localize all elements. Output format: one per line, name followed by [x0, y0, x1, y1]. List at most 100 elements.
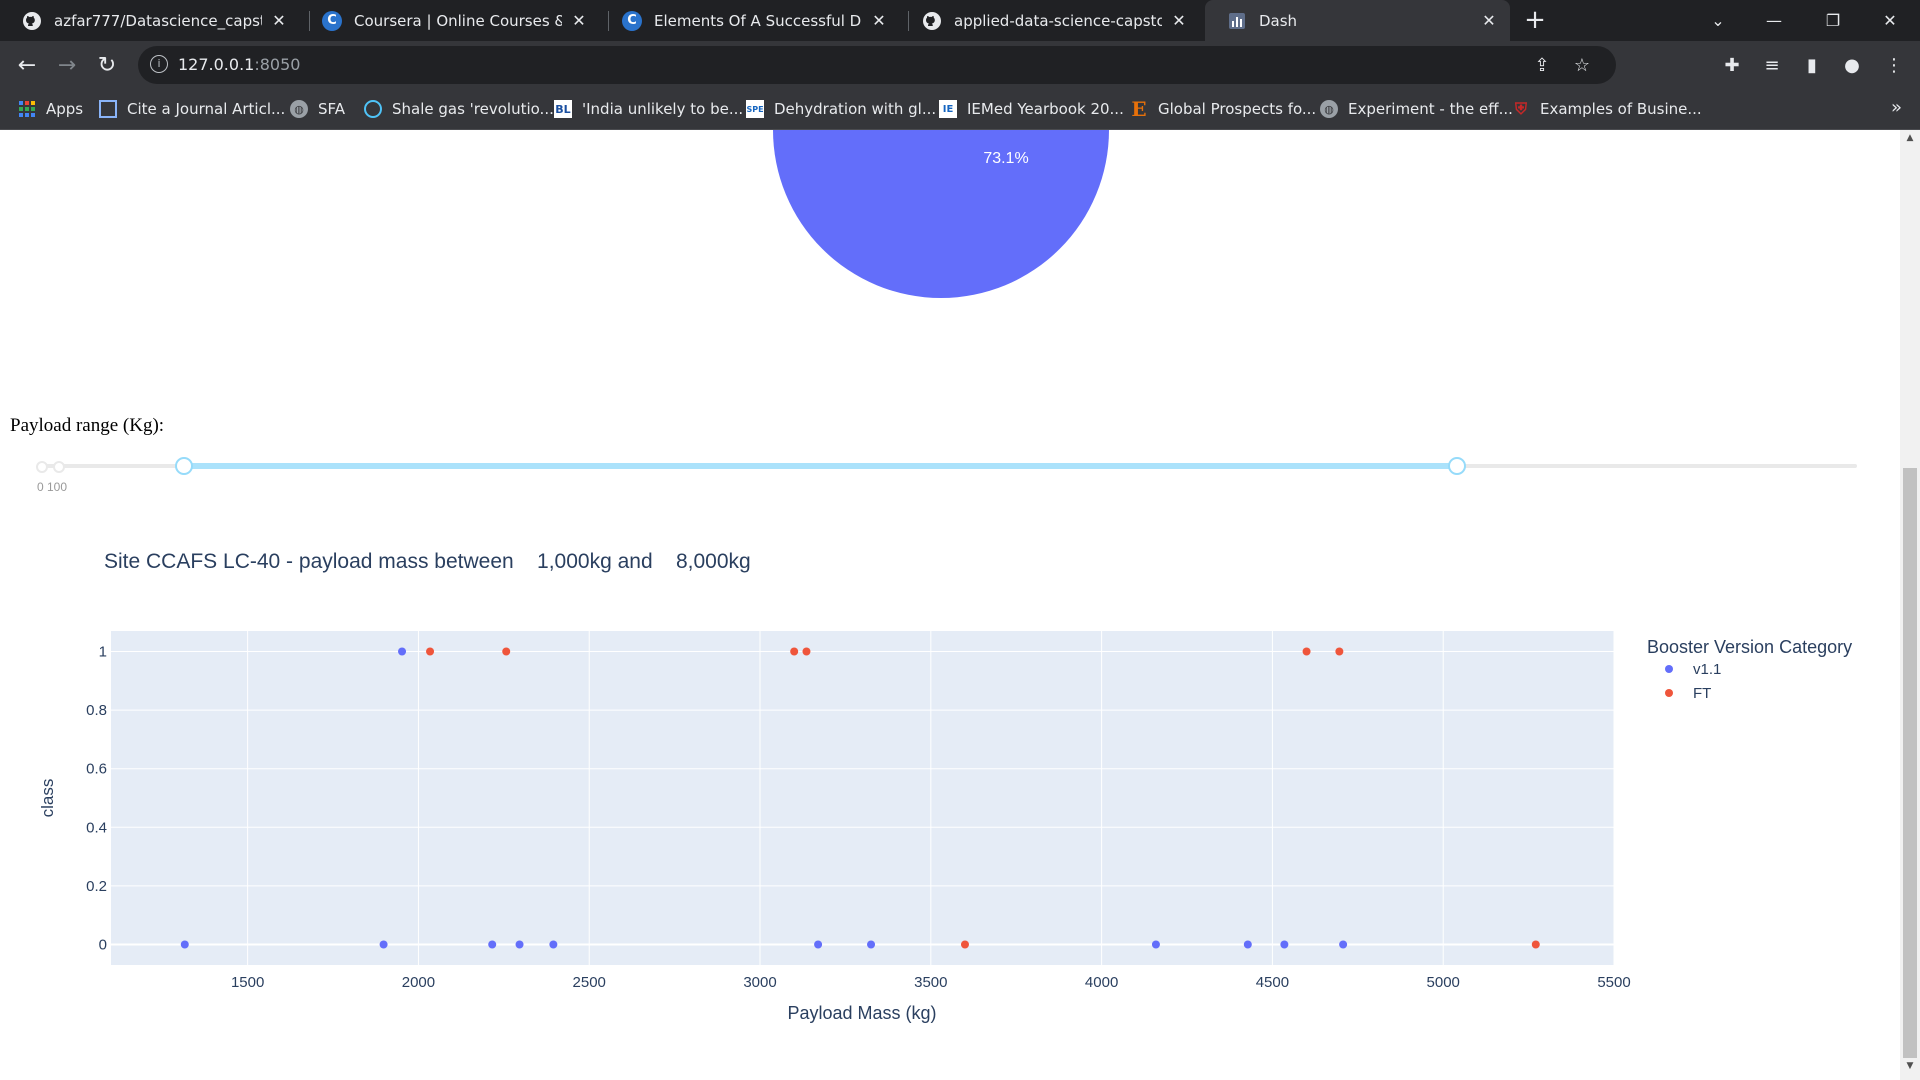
tab-title: Coursera | Online Courses & Credentials …	[354, 11, 562, 30]
forward-icon[interactable]: →	[53, 51, 81, 79]
tab-github-dash-app[interactable]: applied-data-science-capstone/spacex_das…	[900, 0, 1200, 41]
bookmark-global-prospects[interactable]: E Global Prospects fo...	[1130, 89, 1316, 129]
x-tick-label: 4500	[1256, 974, 1289, 991]
tab-title: azfar777/Datascience_capstone	[54, 11, 262, 30]
data-point-v1.1	[1280, 940, 1289, 949]
bookmark-label: 'India unlikely to be...	[582, 100, 744, 118]
apps-grid-icon	[18, 100, 36, 118]
bookmark-dehydration[interactable]: SPE Dehydration with gl...	[746, 89, 936, 129]
new-tab-icon[interactable]: +	[1522, 7, 1548, 34]
legend-title: Booster Version Category	[1647, 637, 1852, 657]
bookmark-iemed[interactable]: IE IEMed Yearbook 20...	[939, 89, 1124, 129]
globe-icon: ◍	[1320, 100, 1338, 118]
minimize-icon[interactable]: —	[1746, 0, 1802, 41]
side-panel-icon[interactable]: ▮	[1798, 51, 1826, 79]
y-tick-labels: 0 0.2 0.4 0.6 0.8 1	[86, 644, 107, 954]
tab-title: applied-data-science-capstone/spacex_das…	[954, 11, 1162, 30]
close-tab-icon[interactable]: ✕	[1168, 10, 1190, 32]
tab-dash[interactable]: Dash ✕	[1205, 0, 1510, 41]
y-tick-label: 0.6	[86, 761, 107, 778]
data-point-v1.1	[814, 940, 823, 949]
more-bookmarks-icon[interactable]: »	[1891, 97, 1902, 118]
share-icon[interactable]: ⇪	[1530, 53, 1554, 77]
data-point-v1.1	[398, 647, 407, 656]
iemed-icon: IE	[939, 100, 957, 118]
dash-page: 73.1% Payload range (Kg): 0 100 Site CCA…	[0, 130, 1900, 1080]
legend[interactable]: v1.1 FT	[1665, 661, 1721, 702]
bookmark-label: Shale gas 'revolutio...	[392, 100, 554, 118]
data-point-v1.1	[515, 940, 524, 949]
bookmark-label: Global Prospects fo...	[1158, 100, 1317, 118]
legend-item-v1.1[interactable]: v1.1	[1693, 661, 1721, 678]
spe-icon: SPE	[746, 100, 764, 118]
menu-kebab-icon[interactable]: ⋮	[1880, 51, 1908, 79]
data-point-v1.1	[1339, 940, 1348, 949]
x-axis-title: Payload Mass (kg)	[787, 1003, 936, 1023]
data-point-v1.1	[867, 940, 876, 949]
url-text: 127.0.0.1:8050	[178, 55, 301, 74]
restore-icon[interactable]: ❐	[1805, 0, 1861, 41]
profile-icon[interactable]: ●	[1838, 51, 1866, 79]
shield-icon: ⛨	[1514, 99, 1527, 118]
back-icon[interactable]: ←	[13, 51, 41, 79]
bookmark-label: Apps	[46, 100, 84, 118]
site-info-icon[interactable]: i	[150, 55, 168, 73]
x-tick-label: 3000	[743, 974, 776, 991]
dash-icon	[1227, 11, 1247, 31]
bookmark-experiment[interactable]: ◍ Experiment - the eff...	[1320, 89, 1513, 129]
media-queue-icon[interactable]: ≡	[1758, 51, 1786, 79]
bookmark-sfa[interactable]: ◍ SFA	[290, 89, 345, 129]
tab-github-capstone[interactable]: azfar777/Datascience_capstone ✕	[0, 0, 300, 41]
close-tab-icon[interactable]: ✕	[268, 10, 290, 32]
x-tick-label: 2000	[402, 974, 435, 991]
x-tick-label: 5000	[1427, 974, 1460, 991]
tab-search-icon[interactable]: ⌄	[1690, 0, 1746, 41]
bookmark-label: IEMed Yearbook 20...	[967, 100, 1124, 118]
reload-icon[interactable]: ↻	[93, 51, 121, 79]
data-point-v1.1	[1151, 940, 1160, 949]
y-tick-label: 1	[99, 644, 107, 661]
site-icon	[364, 100, 382, 118]
browser-toolbar: ← → ↻ i 127.0.0.1:8050 ⇪ ☆ ✚ ≡ ▮ ● ⋮	[0, 41, 1920, 89]
page-scrollbar[interactable]: ▲ ▼	[1900, 130, 1920, 1080]
bookmark-shale-gas[interactable]: Shale gas 'revolutio...	[364, 89, 554, 129]
citation-icon	[99, 100, 117, 118]
scroll-down-icon[interactable]: ▼	[1900, 1061, 1920, 1077]
close-tab-icon[interactable]: ✕	[568, 10, 590, 32]
bookmark-apps[interactable]: Apps	[18, 89, 83, 129]
close-tab-icon[interactable]: ✕	[1478, 10, 1500, 32]
legend-item-FT[interactable]: FT	[1693, 685, 1711, 702]
bookmark-india[interactable]: BL 'India unlikely to be...	[554, 89, 743, 129]
x-tick-label: 2500	[573, 974, 606, 991]
scrollbar-thumb[interactable]	[1903, 468, 1917, 1058]
bl-icon: BL	[554, 100, 572, 118]
tab-title: Dash	[1259, 11, 1298, 30]
close-window-icon[interactable]: ✕	[1862, 0, 1918, 41]
data-point-v1.1	[549, 940, 558, 949]
x-tick-label: 1500	[231, 974, 264, 991]
tab-elements-data-firm[interactable]: C Elements Of A Successful Data Firm ✕	[600, 0, 900, 41]
x-tick-labels: 1500 2000 2500 3000 3500 4000 4500 5000 5500	[231, 974, 1631, 991]
coursera-icon: C	[622, 10, 642, 31]
bookmark-label: Dehydration with gl...	[774, 100, 937, 118]
bookmark-star-icon[interactable]: ☆	[1570, 53, 1594, 77]
plot-area	[111, 631, 1614, 965]
e-icon: E	[1131, 97, 1147, 121]
scroll-up-icon[interactable]: ▲	[1900, 133, 1920, 149]
tab-coursera[interactable]: C Coursera | Online Courses & Credential…	[300, 0, 600, 41]
x-tick-label: 4000	[1085, 974, 1118, 991]
globe-icon: ◍	[290, 100, 308, 118]
bookmark-examples-business[interactable]: ⛨ Examples of Busine...	[1512, 89, 1702, 129]
y-tick-label: 0.4	[86, 819, 107, 836]
close-tab-icon[interactable]: ✕	[868, 10, 890, 32]
y-axis-title: class	[38, 779, 57, 818]
data-point-FT	[960, 940, 969, 949]
github-icon	[922, 11, 942, 31]
tab-strip: azfar777/Datascience_capstone ✕ C Course…	[0, 0, 1920, 41]
bookmark-label: Cite a Journal Articl...	[127, 100, 286, 118]
extensions-icon[interactable]: ✚	[1718, 51, 1746, 79]
bookmarks-bar: Apps Cite a Journal Articl... ◍ SFA Shal…	[0, 89, 1920, 130]
x-tick-label: 3500	[914, 974, 947, 991]
address-bar[interactable]: i 127.0.0.1:8050 ⇪ ☆	[138, 46, 1616, 84]
bookmark-cite-journal[interactable]: Cite a Journal Articl...	[99, 89, 285, 129]
